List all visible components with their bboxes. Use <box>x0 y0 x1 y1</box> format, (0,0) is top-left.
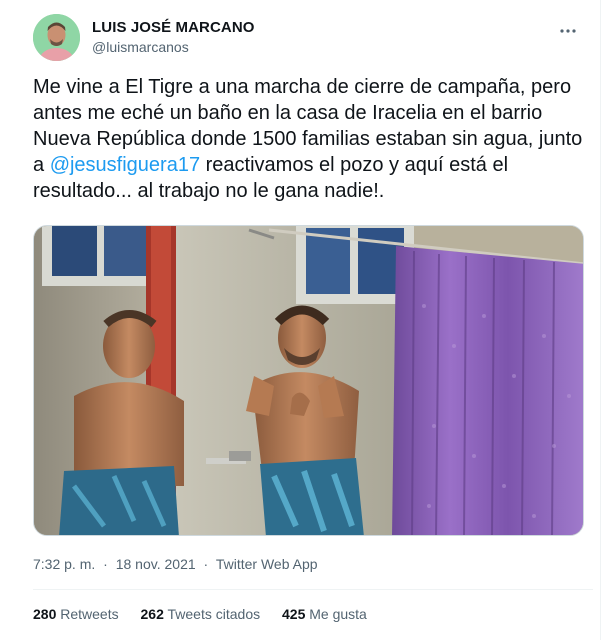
avatar-image <box>33 14 80 61</box>
meta-separator: · <box>203 556 209 572</box>
meta-separator: · <box>103 556 108 572</box>
media-image <box>34 226 583 535</box>
retweets-stat[interactable]: 280 Retweets <box>33 606 119 622</box>
tweet-text: Me vine a El Tigre a una marcha de cierr… <box>33 74 588 204</box>
retweets-label: Retweets <box>60 606 119 622</box>
likes-stat[interactable]: 425 Me gusta <box>282 606 367 622</box>
author-handle[interactable]: @luismarcanos <box>92 39 189 55</box>
tweet-stats: 280 Retweets 262 Tweets citados 425 Me g… <box>33 606 385 622</box>
avatar[interactable] <box>33 14 80 61</box>
author-name[interactable]: LUIS JOSÉ MARCANO <box>92 19 255 36</box>
quotes-count: 262 <box>140 606 164 622</box>
tweet-time[interactable]: 7:32 p. m. <box>33 556 95 572</box>
likes-label: Me gusta <box>309 606 367 622</box>
quotes-label: Tweets citados <box>167 606 261 622</box>
tweet-media-video[interactable] <box>33 225 584 536</box>
tweet-source[interactable]: Twitter Web App <box>216 556 318 572</box>
mention-link[interactable]: @jesusfiguera17 <box>50 154 200 176</box>
tweet-card: LUIS JOSÉ MARCANO @luismarcanos Me vine … <box>0 0 601 640</box>
more-options-button[interactable] <box>557 20 579 42</box>
tweet-date[interactable]: 18 nov. 2021 <box>116 556 196 572</box>
divider <box>33 589 593 590</box>
tweet-meta: 7:32 p. m. · 18 nov. 2021 · Twitter Web … <box>33 556 318 572</box>
likes-count: 425 <box>282 606 306 622</box>
retweets-count: 280 <box>33 606 57 622</box>
quotes-stat[interactable]: 262 Tweets citados <box>141 606 261 622</box>
tweet-header: LUIS JOSÉ MARCANO @luismarcanos <box>33 14 593 62</box>
more-horizontal-icon <box>560 29 576 33</box>
